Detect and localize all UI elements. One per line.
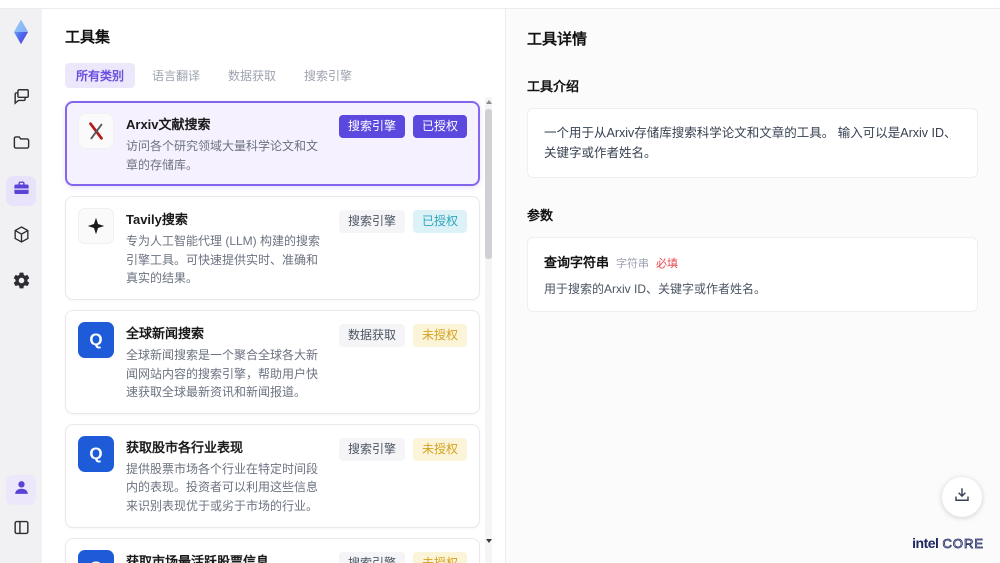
category-tabs: 所有类别 语言翻译 数据获取 搜索引擎	[65, 63, 505, 88]
arxiv-logo	[78, 113, 114, 149]
intel-brand-text: intel	[912, 535, 939, 551]
auth-status-badge: 已授权	[412, 115, 467, 138]
tool-list-pane: 工具集 所有类别 语言翻译 数据获取 搜索引擎 Arxiv文献搜索 访问各个研究领域大量…	[42, 9, 505, 563]
param-required-badge: 必填	[656, 258, 679, 270]
category-badge: 搜索引擎	[338, 551, 405, 563]
tool-card-1[interactable]: Tavily搜索专为人工智能代理 (LLM) 构建的搜索引擎工具。可快速提供实时…	[65, 196, 480, 300]
auth-status-badge: 已授权	[412, 210, 467, 233]
sidebar-item-files[interactable]	[6, 130, 36, 160]
param-desc: 用于搜索的Arxiv ID、关键字或作者姓名。	[544, 282, 767, 296]
sidebar-item-models[interactable]	[6, 222, 36, 252]
tool-card-3[interactable]: Q 获取股市各行业表现提供股票市场各个行业在特定时间段内的表现。投资者可以利用这些…	[65, 423, 480, 528]
tool-description: 专为人工智能代理 (LLM) 构建的搜索引擎工具。可快速提供实时、准确和真实的结…	[126, 234, 321, 286]
tool-description: 访问各个研究领域大量科学论文和文章的存储库。	[126, 139, 319, 172]
params-heading: 参数	[527, 208, 554, 223]
settings-gear-icon	[12, 271, 31, 295]
intro-text: 一个用于从Arxiv存储库搜索科学论文和文章的工具。 输入可以是Arxiv ID…	[544, 126, 957, 160]
download-button[interactable]	[942, 477, 982, 517]
param-type: 字符串	[616, 258, 650, 270]
tool-card-4[interactable]: Q获取市场最活跃股票信息提供当天交易量最高的股票列表，投资者可以利用这些信息来识…	[65, 537, 480, 563]
sidebar-item-panel-toggle[interactable]	[6, 515, 36, 545]
sidebar-item-account[interactable]	[6, 475, 36, 505]
category-badge: 数据获取	[338, 323, 405, 347]
folder-icon	[12, 133, 31, 157]
scrollbar-thumb[interactable]	[485, 109, 492, 259]
tool-cards-list: Arxiv文献搜索 访问各个研究领域大量科学论文和文章的存储库。 搜索引擎 已授权 Ta…	[65, 101, 480, 563]
list-scrollbar[interactable]	[485, 97, 492, 563]
tab-category-2[interactable]: 数据获取	[217, 63, 287, 88]
param-name: 查询字符串	[544, 255, 610, 270]
scrollbar-up-arrow-icon[interactable]	[486, 100, 492, 104]
chat-icon	[12, 87, 31, 111]
tool-name: Tavily搜索	[126, 212, 188, 228]
news-q-logo: Q	[78, 321, 114, 358]
tab-all-categories[interactable]: 所有类别	[65, 63, 136, 88]
core-brand-text: core	[942, 536, 984, 552]
tab-category-3[interactable]: 搜索引擎	[293, 63, 363, 88]
window-top-strip	[0, 0, 1000, 8]
category-badge: 搜索引擎	[338, 210, 405, 233]
param-box: 查询字符串 字符串 必填 用于搜索的Arxiv ID、关键字或作者姓名。	[527, 237, 978, 312]
panel-toggle-icon	[12, 518, 31, 542]
intel-core-logo: intel core	[912, 535, 984, 551]
tool-description: 提供股票市场各个行业在特定时间段内的表现。投资者可以利用这些信息来识别表现优于或…	[126, 461, 319, 513]
detail-title: 工具详情	[527, 31, 588, 48]
tool-detail-pane: 工具详情 工具介绍 一个用于从Arxiv存储库搜索科学论文和文章的工具。 输入可…	[505, 9, 1000, 563]
left-rail	[0, 9, 42, 563]
tool-card-0[interactable]: Arxiv文献搜索访问各个研究领域大量科学论文和文章的存储库。 搜索引擎 已授权	[65, 101, 480, 187]
cube-icon	[12, 225, 31, 249]
intro-heading: 工具介绍	[527, 79, 580, 94]
tab-category-1[interactable]: 语言翻译	[141, 63, 211, 88]
toolbox-icon	[12, 179, 31, 203]
scrollbar-down-arrow-icon[interactable]	[486, 539, 492, 543]
news-q-logo: Q	[78, 549, 114, 563]
tavily-star-logo	[78, 208, 114, 245]
category-badge: 搜索引擎	[338, 115, 405, 138]
auth-status-badge: 未授权	[412, 437, 467, 461]
user-avatar-icon	[12, 478, 31, 502]
tool-name: 获取股市各行业表现	[126, 439, 244, 455]
page-title: 工具集	[65, 29, 111, 46]
news-q-logo: Q	[78, 435, 114, 472]
sidebar-item-settings[interactable]	[6, 268, 36, 298]
app-logo-icon	[14, 19, 28, 45]
tool-card-2[interactable]: Q 全球新闻搜索全球新闻搜索是一个聚合全球各大新闻网站内容的搜索引擎，帮助用户快速…	[65, 309, 480, 414]
tool-name: 获取市场最活跃股票信息	[126, 553, 270, 563]
download-icon	[953, 486, 971, 509]
auth-status-badge: 未授权	[412, 551, 467, 563]
auth-status-badge: 未授权	[412, 323, 467, 347]
intro-box: 一个用于从Arxiv存储库搜索科学论文和文章的工具。 输入可以是Arxiv ID…	[527, 108, 978, 178]
sidebar-item-toolbox[interactable]	[6, 176, 36, 206]
category-badge: 搜索引擎	[338, 437, 405, 461]
sidebar-item-chat[interactable]	[6, 84, 36, 114]
app-window: 工具集 所有类别 语言翻译 数据获取 搜索引擎 Arxiv文献搜索 访问各个研究领域大量…	[0, 8, 1000, 563]
tool-name: Arxiv文献搜索	[126, 117, 211, 132]
tool-name: 全球新闻搜索	[126, 325, 205, 341]
tool-description: 全球新闻搜索是一个聚合全球各大新闻网站内容的搜索引擎，帮助用户快速获取全球最新资…	[126, 347, 319, 400]
